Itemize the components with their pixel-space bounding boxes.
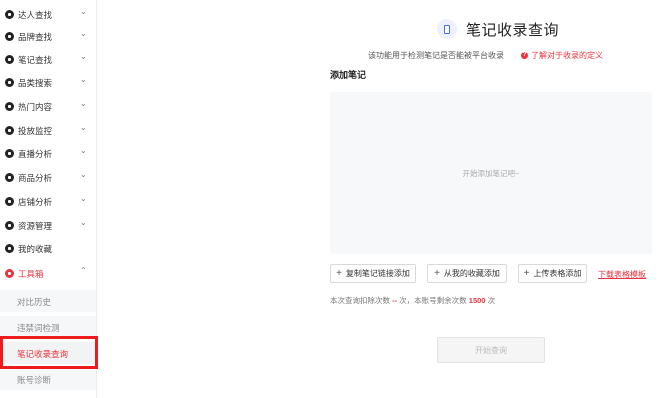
- search-user-icon: [5, 10, 14, 19]
- sidebar-item-note-search[interactable]: 笔记查找 ⌄: [0, 49, 96, 71]
- add-from-favorites-label: 从我的收藏添加: [443, 269, 500, 278]
- chevron-down-icon: ⌄: [80, 75, 87, 84]
- sidebar-item-label: 商品分析: [18, 173, 53, 183]
- usage-suffix: 次: [487, 296, 496, 305]
- fire-icon: [5, 102, 14, 111]
- sidebar-item-influencer-search[interactable]: 达人查找 ⌄: [0, 4, 96, 26]
- add-by-link-label: 复制笔记链接添加: [345, 269, 410, 278]
- notes-drop-area[interactable]: 开始添加笔记吧~: [330, 92, 652, 254]
- plus-icon: +: [434, 268, 440, 279]
- chevron-down-icon: ⌄: [80, 170, 87, 179]
- chevron-down-icon: ⌄: [80, 99, 87, 108]
- sidebar-item-hot-content[interactable]: 热门内容 ⌄: [0, 96, 96, 118]
- sidebar-subitem-label: 账号诊断: [17, 375, 52, 385]
- chevron-down-icon: ⌄: [80, 218, 87, 227]
- chevron-down-icon: ⌄: [80, 29, 87, 38]
- chevron-down-icon: ⌄: [80, 7, 87, 16]
- sidebar-item-category-search[interactable]: 品类搜索 ⌄: [0, 72, 96, 94]
- plus-icon: +: [336, 268, 342, 279]
- sidebar-item-live-analysis[interactable]: 直播分析 ⌄: [0, 143, 96, 165]
- sidebar-item-label: 直播分析: [18, 149, 53, 159]
- sidebar-item-brand-search[interactable]: 品牌查找 ⌄: [0, 26, 96, 48]
- upload-sheet-button[interactable]: + 上传表格添加: [518, 264, 587, 283]
- sidebar-item-label: 品牌查找: [18, 32, 53, 42]
- sidebar-item-label: 热门内容: [18, 102, 53, 112]
- feature-description: 该功能用于检测笔记是否能被平台收录: [368, 51, 504, 60]
- resource-icon: [5, 221, 14, 230]
- sidebar-item-label: 我的收藏: [18, 244, 53, 254]
- chevron-down-icon: ⌄: [80, 194, 87, 203]
- sidebar-subitem-forbidden-words[interactable]: 违禁词检测: [0, 316, 96, 338]
- usage-middle: 次，本账号剩余次数: [399, 296, 467, 305]
- sidebar-subitem-account-diagnosis[interactable]: 账号诊断: [0, 368, 96, 390]
- highlight-annotation-box: [0, 336, 98, 369]
- definition-link-label: 了解对于收录的定义: [531, 51, 603, 60]
- sidebar-item-toolbox[interactable]: 工具箱 ⌃: [0, 263, 96, 285]
- add-by-link-button[interactable]: + 复制笔记链接添加: [330, 264, 416, 283]
- drop-area-placeholder: 开始添加笔记吧~: [462, 169, 520, 178]
- sidebar-item-label: 投放监控: [18, 126, 53, 136]
- definition-link[interactable]: ? 了解对于收录的定义: [521, 50, 603, 61]
- live-icon: [5, 149, 14, 158]
- chevron-down-icon: ⌄: [80, 52, 87, 61]
- chevron-down-icon: ⌄: [80, 123, 87, 132]
- sidebar-item-favorites[interactable]: 我的收藏: [0, 238, 96, 260]
- sidebar-item-label: 工具箱: [18, 269, 44, 279]
- sidebar-item-label: 品类搜索: [18, 78, 53, 88]
- usage-deduct-count: --: [392, 296, 398, 305]
- add-notes-heading: 添加笔记: [330, 70, 367, 80]
- info-icon: ?: [521, 52, 528, 59]
- favorite-icon: [5, 244, 14, 253]
- add-from-favorites-button[interactable]: + 从我的收藏添加: [427, 264, 507, 283]
- sidebar-subitem-label: 违禁词检测: [17, 323, 60, 333]
- category-icon: [5, 78, 14, 87]
- page-header: 笔记收录查询: [437, 17, 559, 41]
- usage-info: 本次查询扣除次数 -- 次，本账号剩余次数 1500 次: [330, 295, 495, 306]
- sidebar-item-label: 资源管理: [18, 221, 53, 231]
- brand-icon: [5, 32, 14, 41]
- chevron-down-icon: ⌄: [80, 146, 87, 155]
- sidebar-subitem-compare-history[interactable]: 对比历史: [0, 290, 96, 312]
- note-icon: [5, 55, 14, 64]
- start-query-button[interactable]: 开始查询: [437, 337, 545, 363]
- sidebar-item-goods-analysis[interactable]: 商品分析 ⌄: [0, 167, 96, 189]
- upload-sheet-label: 上传表格添加: [533, 269, 582, 278]
- chevron-up-icon: ⌃: [80, 266, 87, 275]
- shop-icon: [5, 197, 14, 206]
- sidebar-item-shop-analysis[interactable]: 店铺分析 ⌄: [0, 191, 96, 213]
- sidebar-item-label: 笔记查找: [18, 55, 53, 65]
- plus-icon: +: [523, 268, 530, 279]
- toolbox-icon: [5, 269, 14, 278]
- monitor-icon: [5, 126, 14, 135]
- sidebar-item-resource-management[interactable]: 资源管理 ⌄: [0, 215, 96, 237]
- sidebar-item-ad-monitor[interactable]: 投放监控 ⌄: [0, 120, 96, 142]
- sidebar-item-label: 达人查找: [18, 10, 53, 20]
- page-title: 笔记收录查询: [466, 21, 560, 39]
- document-icon: [437, 19, 457, 39]
- goods-icon: [5, 173, 14, 182]
- download-template-link[interactable]: 下载表格模板: [598, 269, 646, 280]
- usage-prefix: 本次查询扣除次数: [330, 296, 390, 305]
- usage-remaining-count: 1500: [468, 296, 486, 305]
- sidebar-subitem-label: 对比历史: [17, 297, 52, 307]
- sidebar-item-label: 店铺分析: [18, 197, 53, 207]
